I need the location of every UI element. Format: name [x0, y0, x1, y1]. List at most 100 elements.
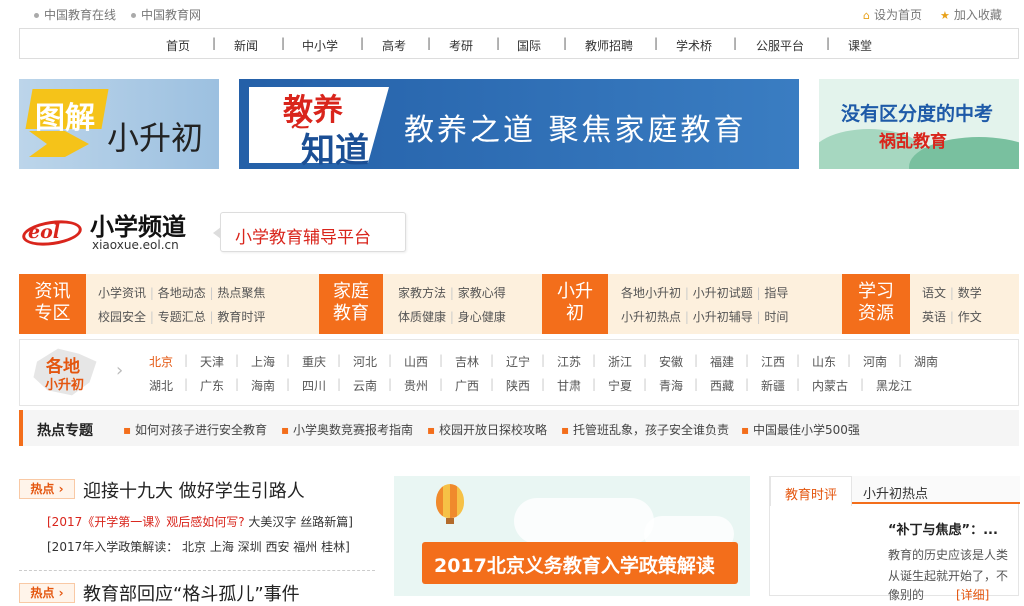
nav-item-k12[interactable]: 中小学	[302, 37, 338, 54]
link-eol-net[interactable]: 中国教育网	[131, 6, 201, 23]
channel-logo[interactable]: eol 小学频道 xiaoxue.eol.cn 小学教育辅导平台	[20, 207, 412, 259]
headline-link[interactable]: 教育部回应“格斗孤儿”事件	[83, 580, 300, 606]
region-item[interactable]: 天津	[200, 353, 224, 370]
nav-item-public-service[interactable]: 公服平台	[756, 37, 804, 54]
menu-link[interactable]: 小升初辅导	[693, 310, 753, 324]
menu-link[interactable]: 英语	[922, 310, 946, 324]
hot-topic-link[interactable]: ▪ 中国最佳小学500强	[741, 421, 860, 438]
region-item[interactable]: 河南	[863, 353, 887, 370]
hot-topic-link[interactable]: ▪ 如何对孩子进行安全教育	[123, 421, 267, 438]
banner-zhongkao[interactable]: 没有区分度的中考 祸乱教育	[819, 79, 1019, 169]
nav-item-gaokao[interactable]: 高考	[382, 37, 406, 54]
menu-link[interactable]: 各地小升初	[621, 286, 681, 300]
region-item[interactable]: 海南	[251, 377, 275, 394]
region-item[interactable]: 江西	[761, 353, 785, 370]
menu-link[interactable]: 小升初试题	[693, 286, 753, 300]
region-item[interactable]: 吉林	[455, 353, 479, 370]
channel-block-resources[interactable]: 学习 资源	[842, 274, 910, 334]
sub-news-link[interactable]: 大美汉字 丝路新篇]	[248, 515, 353, 529]
menu-link[interactable]: 数学	[958, 286, 982, 300]
menu-link[interactable]: 语文	[922, 286, 946, 300]
menu-link[interactable]: 校园安全	[98, 310, 146, 324]
star-icon: ★	[940, 9, 950, 22]
channel-tagline: 小学教育辅导平台	[235, 228, 371, 248]
nav-item-classroom[interactable]: 课堂	[848, 37, 872, 54]
region-item[interactable]: 上海	[251, 353, 275, 370]
nav-item-home[interactable]: 首页	[166, 37, 190, 54]
cloud-shape	[514, 498, 654, 544]
menu-link[interactable]: 小升初热点	[621, 310, 681, 324]
nav-item-xueshuqiao[interactable]: 学术桥	[676, 37, 712, 54]
menu-link[interactable]: 小学资讯	[98, 286, 146, 300]
feature-image[interactable]: 2017北京义务教育入学政策解读	[394, 476, 750, 596]
region-item[interactable]: 广东	[200, 377, 224, 394]
region-item[interactable]: 山西	[404, 353, 428, 370]
tab-xsc-hot[interactable]: 小升初热点	[863, 483, 928, 502]
region-item[interactable]: 重庆	[302, 353, 326, 370]
set-homepage-link[interactable]: ⌂ 设为首页	[863, 6, 922, 23]
bullet-icon: ▪	[427, 423, 439, 437]
region-item[interactable]: 陕西	[506, 377, 530, 394]
region-item[interactable]: 黑龙江	[876, 377, 912, 394]
banner-family-education[interactable]: 教养 之 知道 教养之道 聚焦家庭教育	[239, 79, 799, 169]
banner-right-line1: 没有区分度的中考	[841, 103, 994, 125]
region-item[interactable]: 新疆	[761, 377, 785, 394]
region-beijing[interactable]: 北京	[149, 353, 173, 370]
menu-link[interactable]: 身心健康	[458, 310, 506, 324]
region-item[interactable]: 内蒙古	[812, 377, 848, 394]
region-item[interactable]: 四川	[302, 377, 326, 394]
nav-item-kaoyan[interactable]: 考研	[449, 37, 473, 54]
region-item[interactable]: 广西	[455, 377, 479, 394]
region-item[interactable]: 云南	[353, 377, 377, 394]
bullet-icon: ▪	[561, 423, 573, 437]
menu-link[interactable]: 时间	[764, 310, 788, 324]
sidebar-article-title[interactable]: “补丁与焦虑”：...	[888, 519, 998, 538]
channel-block-xsc[interactable]: 小升初	[542, 274, 608, 334]
region-item[interactable]: 山东	[812, 353, 836, 370]
menu-link[interactable]: 热点聚焦	[217, 286, 265, 300]
menu-link[interactable]: 各地动态	[158, 286, 206, 300]
region-item[interactable]: 安徽	[659, 353, 683, 370]
channel-menu-news: 小学资讯 | 各地动态 | 热点聚焦 校园安全 | 专题汇总 | 教育时评	[86, 274, 319, 334]
nav-item-international[interactable]: 国际	[517, 37, 541, 54]
region-item[interactable]: 甘肃	[557, 377, 581, 394]
banner-left-line1: 图解	[35, 101, 95, 136]
region-item[interactable]: 江苏	[557, 353, 581, 370]
hot-topic-link[interactable]: ▪ 托管班乱象，孩子安全谁负责	[561, 421, 729, 438]
nav-item-news[interactable]: 新闻	[234, 37, 258, 54]
region-item[interactable]: 辽宁	[506, 353, 530, 370]
link-eol-online[interactable]: 中国教育在线	[34, 6, 116, 23]
region-item[interactable]: 浙江	[608, 353, 632, 370]
channel-block-news[interactable]: 资讯 专区	[19, 274, 86, 334]
banner-xiaoshengchu[interactable]: 图解 小升初	[19, 79, 219, 169]
tab-commentary[interactable]: 教育时评	[770, 476, 852, 506]
channel-title: 小学频道	[90, 213, 186, 241]
nav-item-teacher-jobs[interactable]: 教师招聘	[585, 37, 633, 54]
hot-topic-link[interactable]: ▪ 小学奥数竞赛报考指南	[281, 421, 413, 438]
hot-topic-link[interactable]: ▪ 校园开放日探校攻略	[427, 421, 547, 438]
region-item[interactable]: 河北	[353, 353, 377, 370]
channel-menu-xsc: 各地小升初 | 小升初试题 | 指导 小升初热点 | 小升初辅导 | 时间	[608, 274, 842, 334]
hot-tag: 热点 ›	[19, 583, 75, 603]
menu-link[interactable]: 作文	[958, 310, 982, 324]
menu-link[interactable]: 指导	[764, 286, 788, 300]
headline-link[interactable]: 迎接十九大 做好学生引路人	[83, 477, 305, 503]
region-item[interactable]: 青海	[659, 377, 683, 394]
region-item[interactable]: 福建	[710, 353, 734, 370]
region-item[interactable]: 湖南	[914, 353, 938, 370]
region-item[interactable]: 西藏	[710, 377, 734, 394]
region-item[interactable]: 宁夏	[608, 377, 632, 394]
add-favorite-link[interactable]: ★ 加入收藏	[940, 6, 1002, 23]
more-link[interactable]: [详细]	[956, 586, 989, 603]
region-item[interactable]: 湖北	[149, 377, 173, 394]
menu-link[interactable]: 专题汇总	[158, 310, 206, 324]
sub-news-link[interactable]: [2017年入学政策解读： 北京 上海 深圳 西安 福州 桂林]	[47, 538, 350, 555]
menu-link[interactable]: 家教心得	[458, 286, 506, 300]
sub-news-link[interactable]: [2017《开学第一课》观后感如何写?	[47, 515, 245, 529]
channel-block-family[interactable]: 家庭 教育	[319, 274, 383, 334]
menu-link[interactable]: 教育时评	[217, 310, 265, 324]
banner-right-line2: 祸乱教育	[879, 132, 947, 152]
menu-link[interactable]: 家教方法	[398, 286, 446, 300]
menu-link[interactable]: 体质健康	[398, 310, 446, 324]
region-item[interactable]: 贵州	[404, 377, 428, 394]
